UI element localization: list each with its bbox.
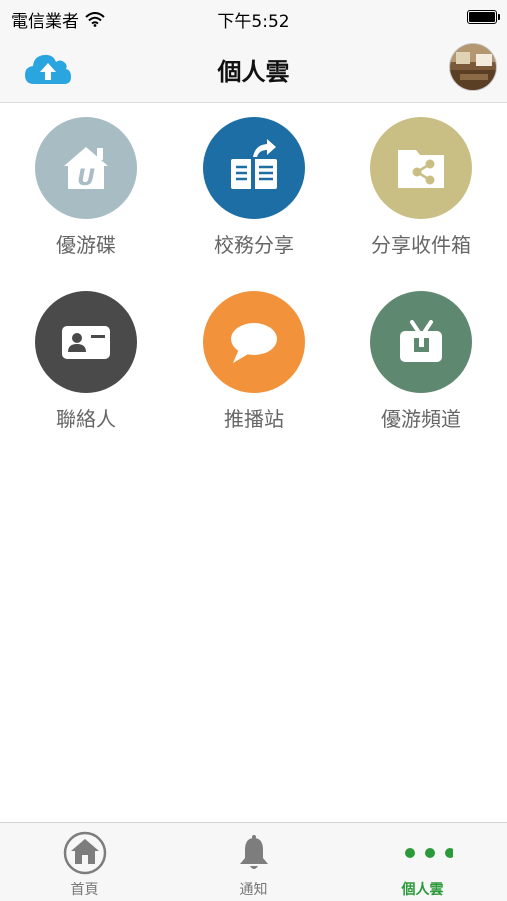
app-label: 聯絡人: [56, 407, 116, 431]
app-label: 校務分享: [214, 233, 294, 257]
app-label: 優游頻道: [381, 407, 461, 431]
app-tile-share-inbox[interactable]: 分享收件箱: [341, 103, 501, 263]
app-icon-circle: [35, 291, 137, 393]
home-u-icon: U: [64, 147, 108, 191]
tab-label: 個人雲: [401, 882, 444, 898]
tab-home[interactable]: 首頁: [0, 823, 169, 901]
navigation-bar: 個人雲: [0, 36, 507, 103]
tv-u-icon: [400, 320, 442, 362]
status-time: 下午5:52: [217, 12, 290, 32]
app-icon-circle: [203, 291, 305, 393]
app-icon-circle: U: [35, 117, 137, 219]
status-bar: 電信業者 下午5:52: [0, 0, 507, 36]
app-tile-contacts[interactable]: 聯絡人: [6, 277, 166, 437]
svg-text:U: U: [77, 166, 95, 191]
user-avatar-image: [450, 44, 496, 90]
avatar[interactable]: [449, 43, 497, 91]
app-icon-circle: [370, 291, 472, 393]
tab-notifications[interactable]: 通知: [169, 823, 338, 901]
app-tile-u-drive[interactable]: U 優游碟: [6, 103, 166, 263]
app-tile-u-channel[interactable]: 優游頻道: [341, 277, 501, 437]
contact-card-icon: [62, 326, 110, 359]
tab-label: 首頁: [70, 882, 99, 898]
tab-bar: 首頁 通知 個人雲: [0, 822, 507, 901]
bell-icon: [240, 835, 268, 869]
folder-share-icon: [398, 150, 444, 188]
battery-icon: [467, 10, 500, 24]
app-label: 分享收件箱: [371, 233, 471, 257]
app-tile-school-share[interactable]: 校務分享: [174, 103, 334, 263]
page-title: 個人雲: [217, 58, 290, 86]
app-icon-circle: [370, 117, 472, 219]
more-dots-icon: [405, 848, 453, 858]
app-tile-push-station[interactable]: 推播站: [174, 277, 334, 437]
newspaper-share-icon: [231, 139, 277, 189]
tab-personal-cloud[interactable]: 個人雲: [338, 823, 507, 901]
app-label: 優游碟: [56, 233, 116, 257]
app-icon-circle: [203, 117, 305, 219]
home-icon: [63, 831, 107, 875]
chat-bubble-icon: [231, 323, 277, 363]
tab-label: 通知: [239, 882, 268, 898]
app-label: 推播站: [224, 407, 284, 431]
